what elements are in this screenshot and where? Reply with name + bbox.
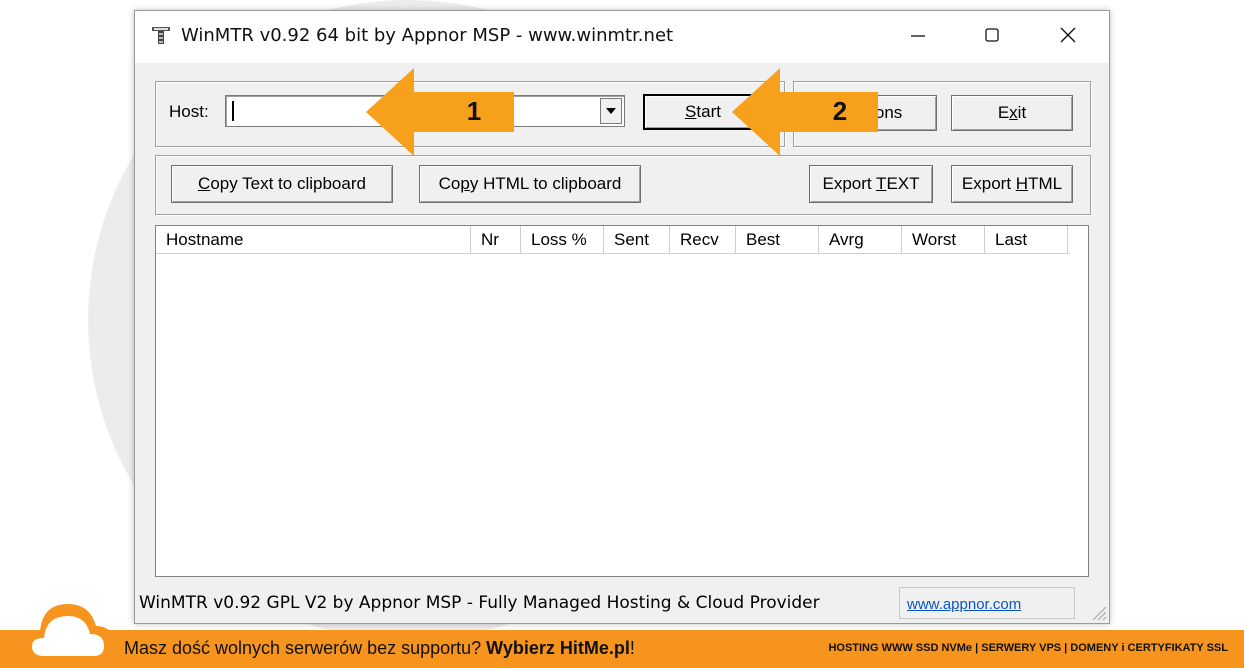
column-header-hostname[interactable]: Hostname [156, 226, 471, 253]
close-icon [1060, 27, 1076, 43]
title-bar[interactable]: WinMTR v0.92 64 bit by Appnor MSP - www.… [135, 11, 1109, 63]
window-title: WinMTR v0.92 64 bit by Appnor MSP - www.… [181, 25, 674, 46]
app-icon [152, 27, 170, 44]
copy-text-button[interactable]: Copy Text to clipboard [171, 165, 393, 203]
copy-html-button[interactable]: Copy HTML to clipboard [419, 165, 641, 203]
host-dropdown-button[interactable] [600, 98, 622, 124]
column-header-recv[interactable]: Recv [670, 226, 736, 253]
copy-html-button-label: Copy HTML to clipboard [438, 174, 622, 193]
start-button-label: Start [685, 102, 721, 121]
column-header-nr[interactable]: Nr [471, 226, 521, 253]
trace-results-list[interactable]: Hostname Nr Loss % Sent Recv Best Avrg W… [155, 225, 1089, 577]
column-header-last[interactable]: Last [985, 226, 1068, 253]
resize-grip-icon[interactable] [1087, 601, 1107, 621]
column-header-avrg[interactable]: Avrg [819, 226, 902, 253]
export-text-button-label: Export TEXT [822, 174, 920, 193]
annotation-arrow-1 [366, 68, 514, 156]
column-header-worst[interactable]: Worst [902, 226, 985, 253]
host-label: Host: [169, 102, 209, 121]
cloud-logo-icon [22, 604, 114, 664]
minimize-icon [911, 35, 925, 37]
status-text: WinMTR v0.92 GPL V2 by Appnor MSP - Full… [139, 593, 820, 613]
minimize-button[interactable] [883, 11, 953, 59]
footer-services-text: HOSTING WWW SSD NVMe | SERWERY VPS | DOM… [828, 642, 1228, 654]
column-header-loss[interactable]: Loss % [521, 226, 604, 253]
export-text-button[interactable]: Export TEXT [809, 165, 933, 203]
appnor-link[interactable]: www.appnor.com [907, 596, 1021, 613]
status-bar: WinMTR v0.92 GPL V2 by Appnor MSP - Full… [135, 583, 1109, 623]
maximize-button[interactable] [957, 11, 1027, 59]
annotation-badge-2: 2 [832, 96, 848, 126]
footer-promo-text[interactable]: Masz dość wolnych serwerów bez supportu?… [124, 638, 635, 659]
column-header-best[interactable]: Best [736, 226, 819, 253]
list-header-filler [1070, 226, 1088, 253]
annotation-badge-1: 1 [466, 96, 482, 126]
promo-footer-banner: Masz dość wolnych serwerów bez supportu?… [0, 630, 1244, 668]
text-caret [232, 101, 234, 121]
export-html-button-label: Export HTML [961, 174, 1063, 193]
dropdown-arrow-icon [606, 108, 616, 114]
list-body[interactable] [156, 254, 1088, 576]
exit-button[interactable]: Exit [951, 95, 1073, 131]
maximize-icon [985, 28, 999, 42]
copy-text-button-label: Copy Text to clipboard [198, 174, 366, 193]
column-header-sent[interactable]: Sent [604, 226, 670, 253]
winmtr-window: WinMTR v0.92 64 bit by Appnor MSP - www.… [134, 10, 1110, 624]
exit-button-label: Exit [997, 103, 1027, 122]
export-html-button[interactable]: Export HTML [951, 165, 1073, 203]
close-button[interactable] [1033, 11, 1103, 59]
list-header: Hostname Nr Loss % Sent Recv Best Avrg W… [156, 226, 1070, 254]
